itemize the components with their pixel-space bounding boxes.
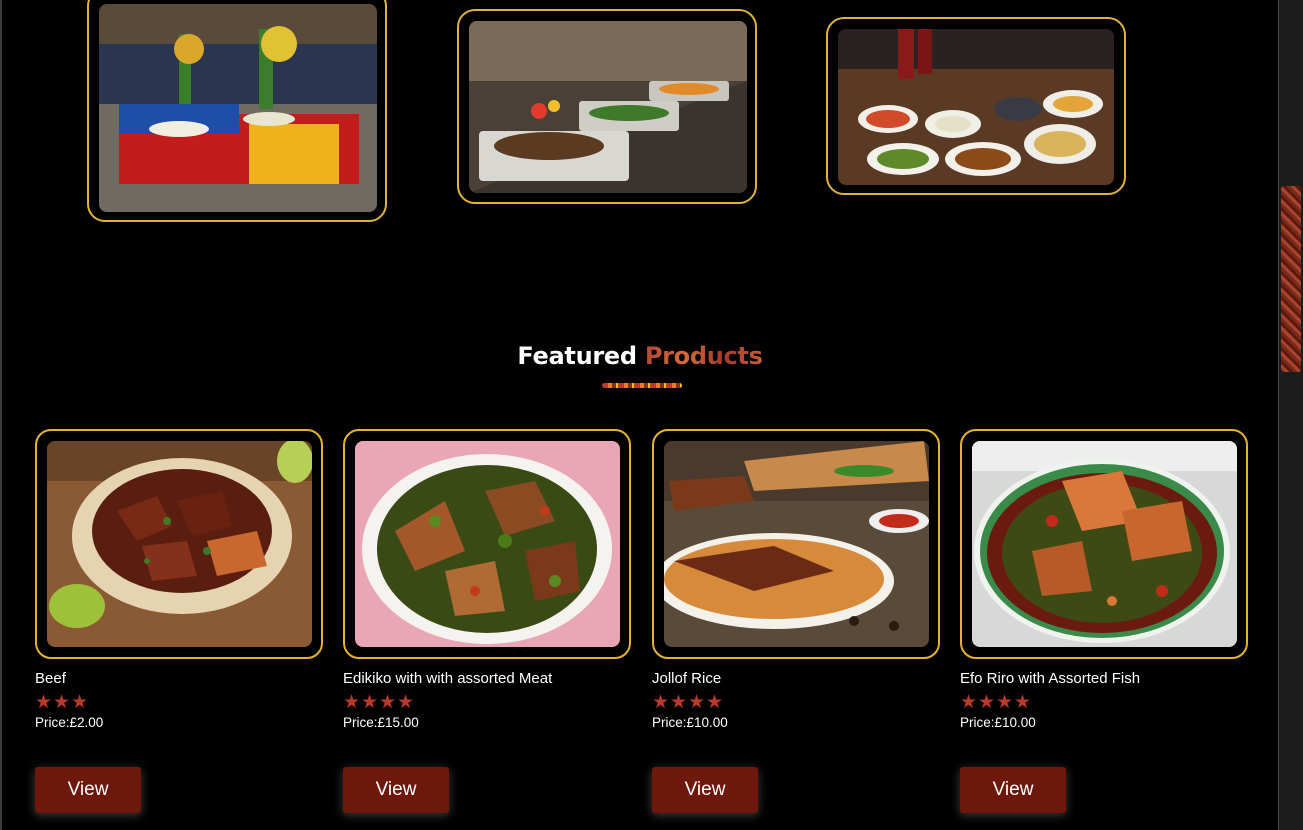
product-image-frame[interactable] [960, 429, 1248, 659]
star-icon: ★ [361, 691, 379, 713]
product-name: Edikiko with with assorted Meat [343, 670, 553, 687]
star-icon: ★ [1014, 691, 1032, 713]
star-icon: ★ [670, 691, 688, 713]
efo-riro-photo [972, 441, 1237, 647]
view-button[interactable]: View [35, 767, 141, 813]
star-icon: ★ [652, 691, 670, 713]
scrollbar-thumb[interactable] [1281, 186, 1301, 372]
star-icon: ★ [379, 691, 397, 713]
chafing-dish-buffet-photo [469, 21, 747, 193]
section-title-accent: Products [644, 342, 763, 370]
product-card-edikiko: Edikiko with with assorted Meat ★ ★ ★ ★ Pri… [343, 429, 632, 813]
dining-table-dishes-photo [838, 29, 1114, 185]
product-card-jollof: Jollof Rice ★ ★ ★ ★ Price:£10.00 View [652, 429, 941, 813]
product-price: Price:£15.00 [343, 715, 419, 730]
product-price: Price:£2.00 [35, 715, 104, 730]
vertical-scrollbar[interactable] [1278, 0, 1303, 830]
page-frame: Featured Products Beef ★ ★ ★ Price:£2.00… [0, 0, 1303, 830]
product-price: Price:£10.00 [652, 715, 728, 730]
product-image-frame[interactable] [652, 429, 940, 659]
rating-stars: ★ ★ ★ ★ [343, 691, 632, 714]
star-icon: ★ [35, 691, 53, 713]
star-icon: ★ [978, 691, 996, 713]
product-price: Price:£10.00 [960, 715, 1036, 730]
beef-stew-photo [47, 441, 312, 647]
section-title-underline [602, 383, 682, 388]
star-icon: ★ [71, 691, 89, 713]
view-button[interactable]: View [343, 767, 449, 813]
banquet-buffet-photo [99, 4, 377, 212]
product-image-frame[interactable] [35, 429, 323, 659]
jollof-rice-photo [664, 441, 929, 647]
product-image-frame[interactable] [343, 429, 631, 659]
star-icon: ★ [53, 691, 71, 713]
view-button[interactable]: View [960, 767, 1066, 813]
star-icon: ★ [688, 691, 706, 713]
product-card-beef: Beef ★ ★ ★ Price:£2.00 View [35, 429, 324, 813]
rating-stars: ★ ★ ★ [35, 691, 324, 714]
section-title-plain: Featured [517, 342, 637, 370]
gallery-card-chafing[interactable] [457, 9, 757, 204]
rating-stars: ★ ★ ★ ★ [652, 691, 941, 714]
product-name: Jollof Rice [652, 670, 722, 687]
product-name: Beef [35, 670, 66, 687]
star-icon: ★ [706, 691, 724, 713]
gallery-card-table[interactable] [826, 17, 1126, 195]
product-name: Efo Riro with Assorted Fish [960, 670, 1141, 687]
star-icon: ★ [996, 691, 1014, 713]
star-icon: ★ [343, 691, 361, 713]
gallery-card-banquet[interactable] [87, 0, 387, 222]
view-button[interactable]: View [652, 767, 758, 813]
rating-stars: ★ ★ ★ ★ [960, 691, 1249, 714]
product-card-efo-riro: Efo Riro with Assorted Fish ★ ★ ★ ★ Price:£… [960, 429, 1249, 813]
section-title: Featured Products [2, 342, 1278, 370]
edikiko-photo [355, 441, 620, 647]
star-icon: ★ [397, 691, 415, 713]
star-icon: ★ [960, 691, 978, 713]
